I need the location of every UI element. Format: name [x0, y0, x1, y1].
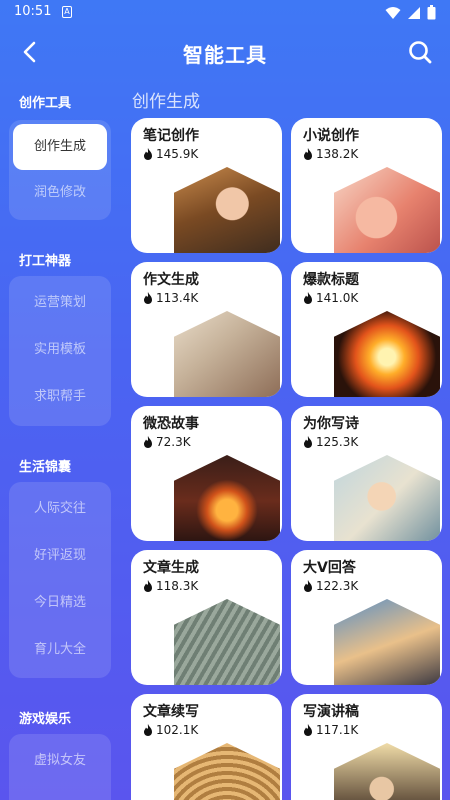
card-title: 大V回答: [303, 560, 356, 576]
card-stats: 122.3K: [303, 579, 358, 593]
tool-card-zuowenshengcheng[interactable]: 作文生成 113.4K: [131, 262, 282, 397]
card-stats: 72.3K: [143, 435, 191, 449]
card-count: 72.3K: [156, 435, 191, 449]
card-title: 写演讲稿: [303, 704, 359, 720]
flame-icon: [304, 292, 312, 304]
card-count: 138.2K: [316, 147, 359, 161]
tool-card-wenzhangxuxie[interactable]: 文章续写 102.1K: [131, 694, 282, 800]
card-count: 117.1K: [316, 723, 359, 737]
flame-icon: [144, 580, 152, 592]
card-image: [334, 167, 440, 253]
tool-card-bijichuangzuo[interactable]: 笔记创作 145.9K: [131, 118, 282, 253]
card-title: 爆款标题: [303, 272, 359, 288]
flame-icon: [304, 436, 312, 448]
card-title: 小说创作: [303, 128, 359, 144]
card-stats: 102.1K: [143, 723, 198, 737]
flame-icon: [144, 292, 152, 304]
card-title: 作文生成: [143, 272, 199, 288]
card-stats: 113.4K: [143, 291, 198, 305]
tool-card-xieyanjianggao[interactable]: 写演讲稿 117.1K: [291, 694, 442, 800]
card-stats: 138.2K: [303, 147, 358, 161]
card-stats: 117.1K: [303, 723, 358, 737]
card-title: 笔记创作: [143, 128, 199, 144]
flame-icon: [144, 436, 152, 448]
card-stats: 125.3K: [303, 435, 358, 449]
tool-card-xiaoshuochuangzuo[interactable]: 小说创作 138.2K: [291, 118, 442, 253]
card-stats: 141.0K: [303, 291, 358, 305]
card-image: [334, 599, 440, 685]
card-count: 125.3K: [316, 435, 359, 449]
card-count: 102.1K: [156, 723, 199, 737]
card-image: [334, 743, 440, 800]
card-count: 118.3K: [156, 579, 199, 593]
card-count: 141.0K: [316, 291, 359, 305]
card-stats: 118.3K: [143, 579, 198, 593]
flame-icon: [304, 580, 312, 592]
flame-icon: [144, 148, 152, 160]
flame-icon: [304, 724, 312, 736]
card-image: [174, 167, 280, 253]
card-image: [174, 455, 280, 541]
card-count: 145.9K: [156, 147, 199, 161]
card-image: [334, 455, 440, 541]
tool-card-wenzhangshengcheng[interactable]: 文章生成 118.3K: [131, 550, 282, 685]
card-image: [174, 311, 280, 397]
flame-icon: [144, 724, 152, 736]
card-stats: 145.9K: [143, 147, 198, 161]
tool-card-weikonggushi[interactable]: 微恐故事 72.3K: [131, 406, 282, 541]
card-title: 微恐故事: [143, 416, 199, 432]
tool-grid: 笔记创作 145.9K 小说创作 138.2K 作文生成 113.4K 爆款标题…: [0, 0, 450, 800]
card-count: 113.4K: [156, 291, 199, 305]
tool-card-weinixieshi[interactable]: 为你写诗 125.3K: [291, 406, 442, 541]
card-image: [174, 743, 280, 800]
card-title: 为你写诗: [303, 416, 359, 432]
tool-card-baokuanbiaoti[interactable]: 爆款标题 141.0K: [291, 262, 442, 397]
card-image: [334, 311, 440, 397]
flame-icon: [304, 148, 312, 160]
tool-card-davhuida[interactable]: 大V回答 122.3K: [291, 550, 442, 685]
card-title: 文章生成: [143, 560, 199, 576]
card-count: 122.3K: [316, 579, 359, 593]
card-title: 文章续写: [143, 704, 199, 720]
card-image: [174, 599, 280, 685]
